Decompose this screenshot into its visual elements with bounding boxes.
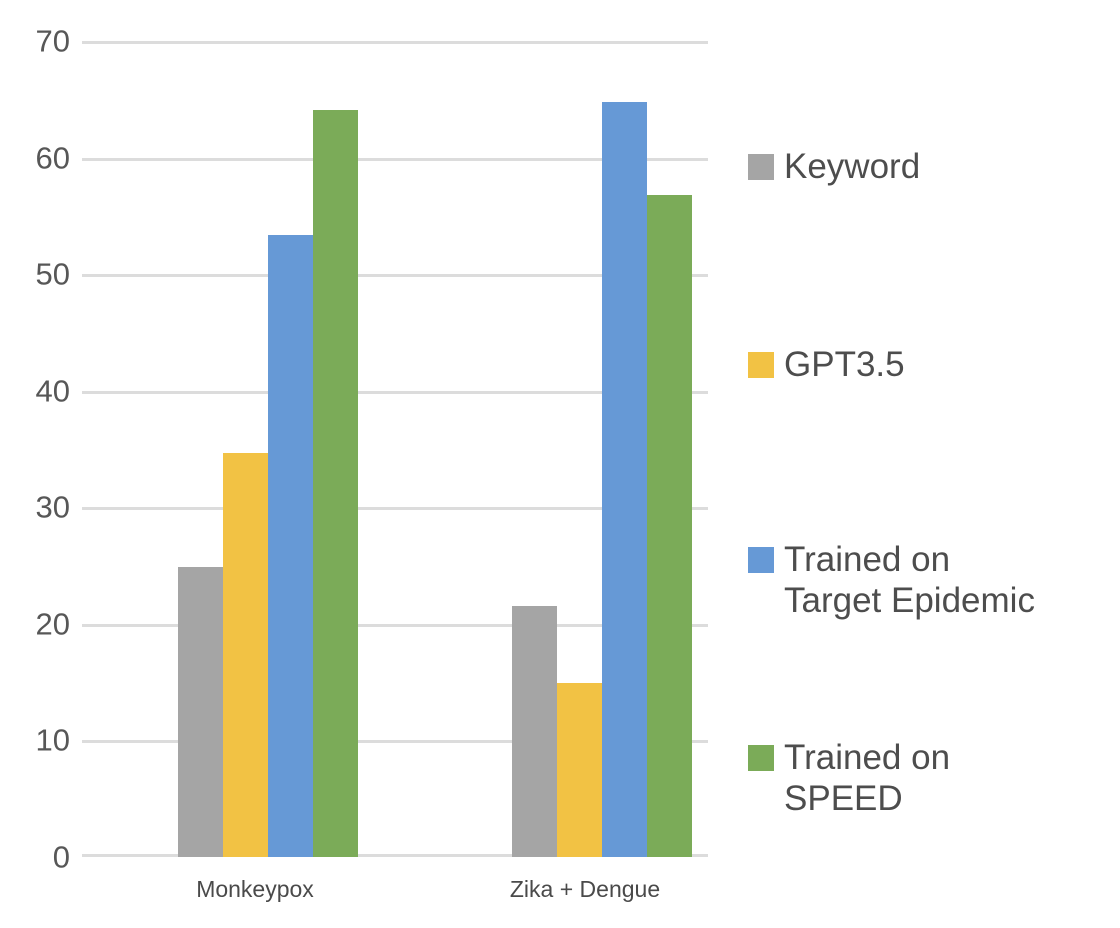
legend-item-trained-target-epidemic[interactable]: Trained on Target Epidemic (748, 539, 1035, 622)
legend-item-keyword[interactable]: Keyword (748, 146, 920, 187)
bar-zika-dengue-trained-speed (647, 194, 692, 857)
legend-item-gpt35[interactable]: GPT3.5 (748, 344, 905, 385)
legend-label-trained-speed: Trained on SPEED (784, 738, 951, 819)
bar-zika-dengue-trained-target (602, 101, 647, 857)
y-axis-tick-20: 20 (35, 606, 70, 642)
y-axis-tick-50: 50 (35, 256, 70, 292)
bar-monkeypox-gpt35 (223, 452, 268, 857)
legend: Keyword GPT3.5 Trained on Target Epidemi… (748, 0, 1120, 928)
legend-item-trained-speed[interactable]: Trained on SPEED (748, 737, 950, 820)
bar-monkeypox-trained-target (268, 234, 313, 857)
y-axis-tick-40: 40 (35, 373, 70, 409)
bar-chart: 70 60 50 40 30 20 10 0 Monkeypox Zika + … (0, 0, 1120, 928)
bars-layer (82, 41, 708, 857)
legend-swatch-gpt35 (748, 352, 774, 378)
plot-area (82, 41, 708, 857)
legend-label-trained-target-epidemic: Trained on Target Epidemic (784, 540, 1035, 621)
legend-swatch-trained-target-epidemic (748, 547, 774, 573)
y-axis-tick-10: 10 (35, 722, 70, 758)
legend-label-keyword: Keyword (784, 147, 921, 186)
x-axis-tick-monkeypox: Monkeypox (196, 876, 314, 902)
y-axis-tick-70: 70 (35, 23, 70, 59)
y-axis-tick-60: 60 (35, 140, 70, 176)
x-axis-tick-zika-dengue: Zika + Dengue (509, 876, 661, 902)
y-axis-tick-0: 0 (52, 839, 70, 875)
bar-zika-dengue-keyword (512, 606, 557, 857)
legend-label-gpt35: GPT3.5 (784, 345, 905, 384)
legend-swatch-trained-speed (748, 745, 774, 771)
bar-monkeypox-trained-speed (313, 109, 358, 857)
y-axis: 70 60 50 40 30 20 10 0 (0, 26, 70, 873)
legend-swatch-keyword (748, 154, 774, 180)
bar-zika-dengue-gpt35 (557, 683, 602, 857)
bar-monkeypox-keyword (178, 566, 223, 857)
y-axis-tick-30: 30 (35, 489, 70, 525)
